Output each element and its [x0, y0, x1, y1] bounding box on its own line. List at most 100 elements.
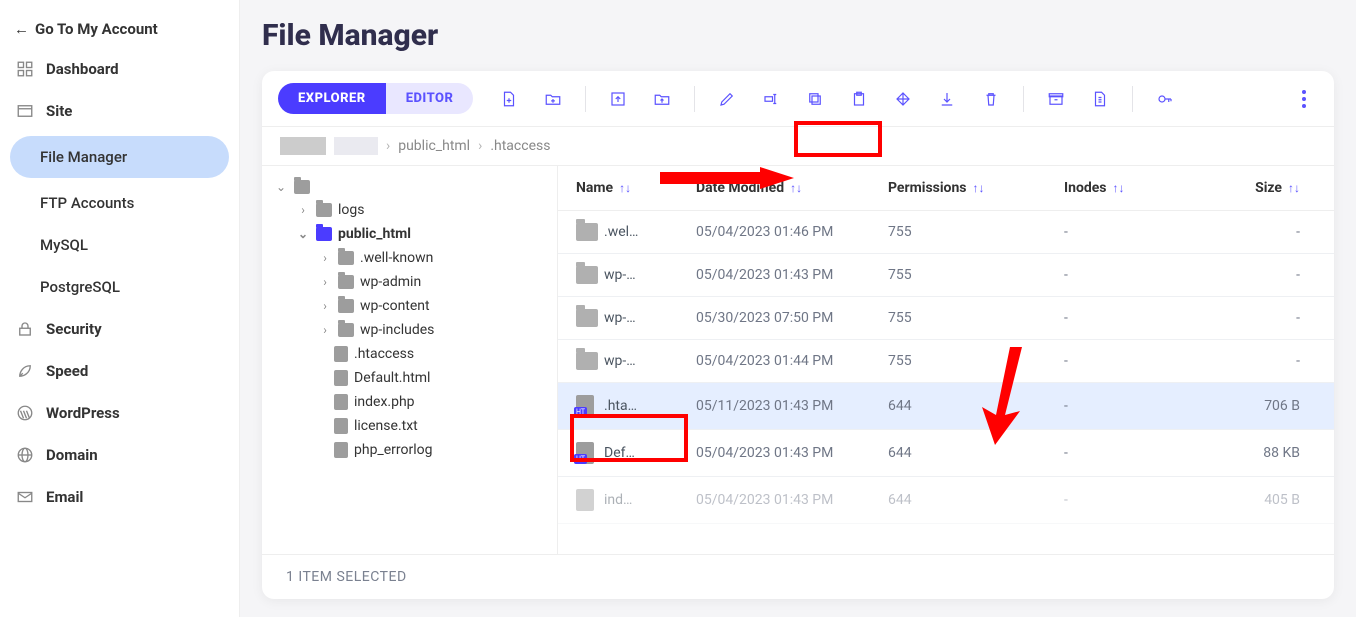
more-button[interactable] — [1290, 85, 1318, 113]
sidebar-item-label: Dashboard — [46, 60, 119, 78]
tree-label: index.php — [354, 394, 415, 410]
sidebar-item-security[interactable]: Security — [0, 308, 239, 350]
folder-icon — [576, 266, 598, 284]
folder-icon — [316, 227, 332, 241]
tree-item-htaccess[interactable]: .htaccess — [274, 342, 557, 366]
sidebar-item-speed[interactable]: Speed — [0, 350, 239, 392]
sidebar-item-ftp[interactable]: FTP Accounts — [0, 182, 239, 224]
site-icon — [16, 102, 34, 120]
sidebar-item-label: WordPress — [46, 404, 120, 422]
tree-item-default-html[interactable]: Default.html — [274, 366, 557, 390]
upload-button[interactable] — [600, 85, 636, 113]
separator — [694, 86, 695, 112]
cell-size: - — [1210, 267, 1300, 283]
cell-date: 05/04/2023 01:43 PM — [696, 492, 888, 508]
cell-size: 88 KB — [1210, 445, 1300, 461]
rename-button[interactable] — [753, 85, 789, 113]
new-file-button[interactable] — [491, 85, 527, 113]
tree-root[interactable]: ⌄ — [274, 176, 557, 198]
chevron-right-icon: › — [318, 323, 332, 337]
table-row[interactable]: ind…05/04/2023 01:43 PM644-405 B — [558, 477, 1334, 524]
sidebar-item-postgresql[interactable]: PostgreSQL — [0, 266, 239, 308]
cell-name: .hta… — [604, 398, 696, 414]
cell-perm: 755 — [888, 267, 1064, 283]
delete-button[interactable] — [973, 85, 1009, 113]
tree-item-logs[interactable]: ›logs — [274, 198, 557, 222]
col-size[interactable]: Size↑↓ — [1210, 180, 1300, 196]
tree-item-well-known[interactable]: ›.well-known — [274, 246, 557, 270]
cell-size: 706 B — [1210, 398, 1300, 414]
tree-item-php-errorlog[interactable]: php_errorlog — [274, 438, 557, 462]
sidebar-item-wordpress[interactable]: WordPress — [0, 392, 239, 434]
sidebar-item-email[interactable]: Email — [0, 476, 239, 518]
table-row[interactable]: wp-…05/04/2023 01:43 PM755-- — [558, 254, 1334, 297]
tree-item-wp-content[interactable]: › wp-content — [274, 294, 557, 318]
sort-icon: ↑↓ — [790, 186, 802, 191]
col-date[interactable]: Date Modified↑↓ — [696, 180, 888, 196]
sidebar-item-domain[interactable]: Domain — [0, 434, 239, 476]
sort-icon: ↑↓ — [1288, 186, 1300, 191]
col-inode[interactable]: Inodes↑↓ — [1064, 180, 1210, 196]
cell-perm: 644 — [888, 445, 1064, 461]
tab-editor[interactable]: EDITOR — [386, 83, 474, 114]
col-name[interactable]: Name↑↓ — [576, 180, 696, 196]
upload-folder-button[interactable] — [644, 85, 680, 113]
cell-perm: 644 — [888, 492, 1064, 508]
sidebar-item-file-manager[interactable]: File Manager — [10, 136, 229, 178]
new-folder-button[interactable] — [535, 85, 571, 113]
copy-button[interactable] — [797, 85, 833, 113]
sidebar-item-label: FTP Accounts — [40, 194, 134, 212]
tree-item-public-html[interactable]: ⌄public_html — [274, 222, 557, 246]
status-bar: 1 ITEM SELECTED — [262, 554, 1334, 599]
view-tabs: EXPLORER EDITOR — [278, 83, 473, 114]
crumb-htaccess[interactable]: .htaccess — [490, 138, 550, 154]
col-perm[interactable]: Permissions↑↓ — [888, 180, 1064, 196]
move-button[interactable] — [885, 85, 921, 113]
tab-explorer[interactable]: EXPLORER — [278, 83, 386, 114]
cell-perm: 755 — [888, 224, 1064, 240]
table-row[interactable]: wp-…05/04/2023 01:44 PM755-- — [558, 340, 1334, 383]
tree-item-wp-includes[interactable]: ›wp-includes — [274, 318, 557, 342]
tree-label: public_html — [338, 226, 411, 242]
sidebar-item-dashboard[interactable]: Dashboard — [0, 48, 239, 90]
content: ⌄ ›logs ⌄public_html ›.well-known ›wp-ad… — [262, 166, 1334, 554]
folder-icon — [316, 203, 332, 217]
annotation-box — [794, 121, 882, 157]
extract-button[interactable] — [1082, 85, 1118, 113]
chevron-right-icon: › — [386, 138, 390, 154]
archive-button[interactable] — [1038, 85, 1074, 113]
table-row[interactable]: .wel…05/04/2023 01:46 PM755-- — [558, 211, 1334, 254]
tree-label: wp-admin — [360, 274, 421, 290]
sidebar-item-site[interactable]: Site — [0, 90, 239, 132]
rocket-icon — [16, 362, 34, 380]
cell-size: - — [1210, 310, 1300, 326]
edit-button[interactable] — [709, 85, 745, 113]
tree-label: Default.html — [354, 370, 430, 386]
table-row[interactable]: wp-…05/30/2023 07:50 PM755-- — [558, 297, 1334, 340]
chevron-right-icon: › — [318, 299, 332, 313]
cell-name: wp-… — [604, 310, 696, 326]
file-icon — [334, 394, 348, 410]
tree-label: .well-known — [360, 250, 433, 266]
tree-item-index-php[interactable]: index.php — [274, 390, 557, 414]
download-button[interactable] — [929, 85, 965, 113]
sidebar-item-label: Security — [46, 320, 102, 338]
annotation-box — [570, 414, 688, 462]
chevron-right-icon: › — [318, 275, 332, 289]
cell-inode: - — [1064, 398, 1210, 414]
crumb-public-html[interactable]: public_html — [398, 138, 470, 154]
tree-item-wp-admin[interactable]: › wp-admin — [274, 270, 557, 294]
paste-button[interactable] — [841, 85, 877, 113]
cell-inode: - — [1064, 492, 1210, 508]
folder-icon — [576, 309, 598, 327]
sidebar-item-mysql[interactable]: MySQL — [0, 224, 239, 266]
permissions-button[interactable] — [1147, 85, 1183, 113]
back-to-account[interactable]: ← Go To My Account — [0, 10, 239, 48]
sidebar: ← Go To My Account Dashboard Site File M… — [0, 0, 240, 617]
tree-label: wp-content — [360, 298, 430, 314]
toolbar: EXPLORER EDITOR — [262, 71, 1334, 127]
cell-size: - — [1210, 224, 1300, 240]
cell-size: 405 B — [1210, 492, 1300, 508]
cell-date: 05/04/2023 01:43 PM — [696, 267, 888, 283]
tree-item-license-txt[interactable]: license.txt — [274, 414, 557, 438]
